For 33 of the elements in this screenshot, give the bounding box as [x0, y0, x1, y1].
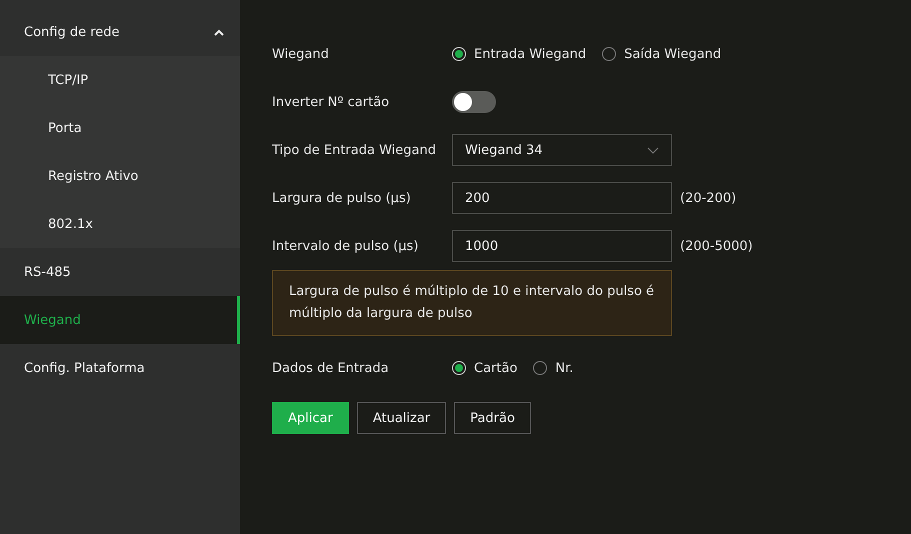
sidebar-item[interactable]: Wiegand	[0, 296, 240, 344]
info-notice: Largura de pulso é múltiplo de 10 e intervalo do pulso é múltiplo da largura de pulso	[272, 270, 672, 336]
input-field[interactable]: 1000	[452, 230, 672, 262]
radio-option[interactable]: Cartão	[452, 360, 518, 376]
radio-option[interactable]: Nr.	[533, 360, 574, 376]
sidebar-item[interactable]: 802.1x	[0, 200, 240, 248]
sidebar-item[interactable]: Registro Ativo	[0, 152, 240, 200]
sidebar-item[interactable]: Config. Plataforma	[0, 344, 240, 392]
field-label: Largura de pulso (μs)	[272, 190, 412, 206]
field-label: Tipo de Entrada Wiegand	[272, 142, 437, 158]
sidebar-item[interactable]: Config de rede	[0, 8, 240, 56]
range-hint: (200-5000)	[680, 238, 753, 254]
sidebar-item[interactable]: Porta	[0, 104, 240, 152]
action-button[interactable]: Atualizar	[356, 402, 446, 434]
chevron-down-icon	[647, 146, 659, 154]
toggle-switch[interactable]	[452, 91, 496, 113]
range-hint: (20-200)	[680, 190, 736, 206]
sidebar-item[interactable]: TCP/IP	[0, 56, 240, 104]
radio-button[interactable]	[452, 361, 466, 375]
input-field[interactable]: 200	[452, 182, 672, 214]
radio-button[interactable]	[452, 47, 466, 61]
field-label: Dados de Entrada	[272, 360, 390, 376]
field-label: Wiegand	[272, 46, 330, 62]
chevron-up-icon	[214, 28, 224, 36]
radio-button[interactable]	[602, 47, 616, 61]
radio-button[interactable]	[533, 361, 548, 375]
field-label: Inverter Nº cartão	[272, 94, 390, 110]
radio-option[interactable]: Entrada Wiegand	[452, 46, 586, 62]
dropdown[interactable]: Wiegand 34	[452, 134, 672, 166]
field-label: Intervalo de pulso (μs)	[272, 238, 420, 254]
action-button[interactable]: Padrão	[454, 402, 531, 434]
radio-option[interactable]: Saída Wiegand	[602, 46, 722, 62]
sidebar-item[interactable]: RS-485	[0, 248, 240, 296]
